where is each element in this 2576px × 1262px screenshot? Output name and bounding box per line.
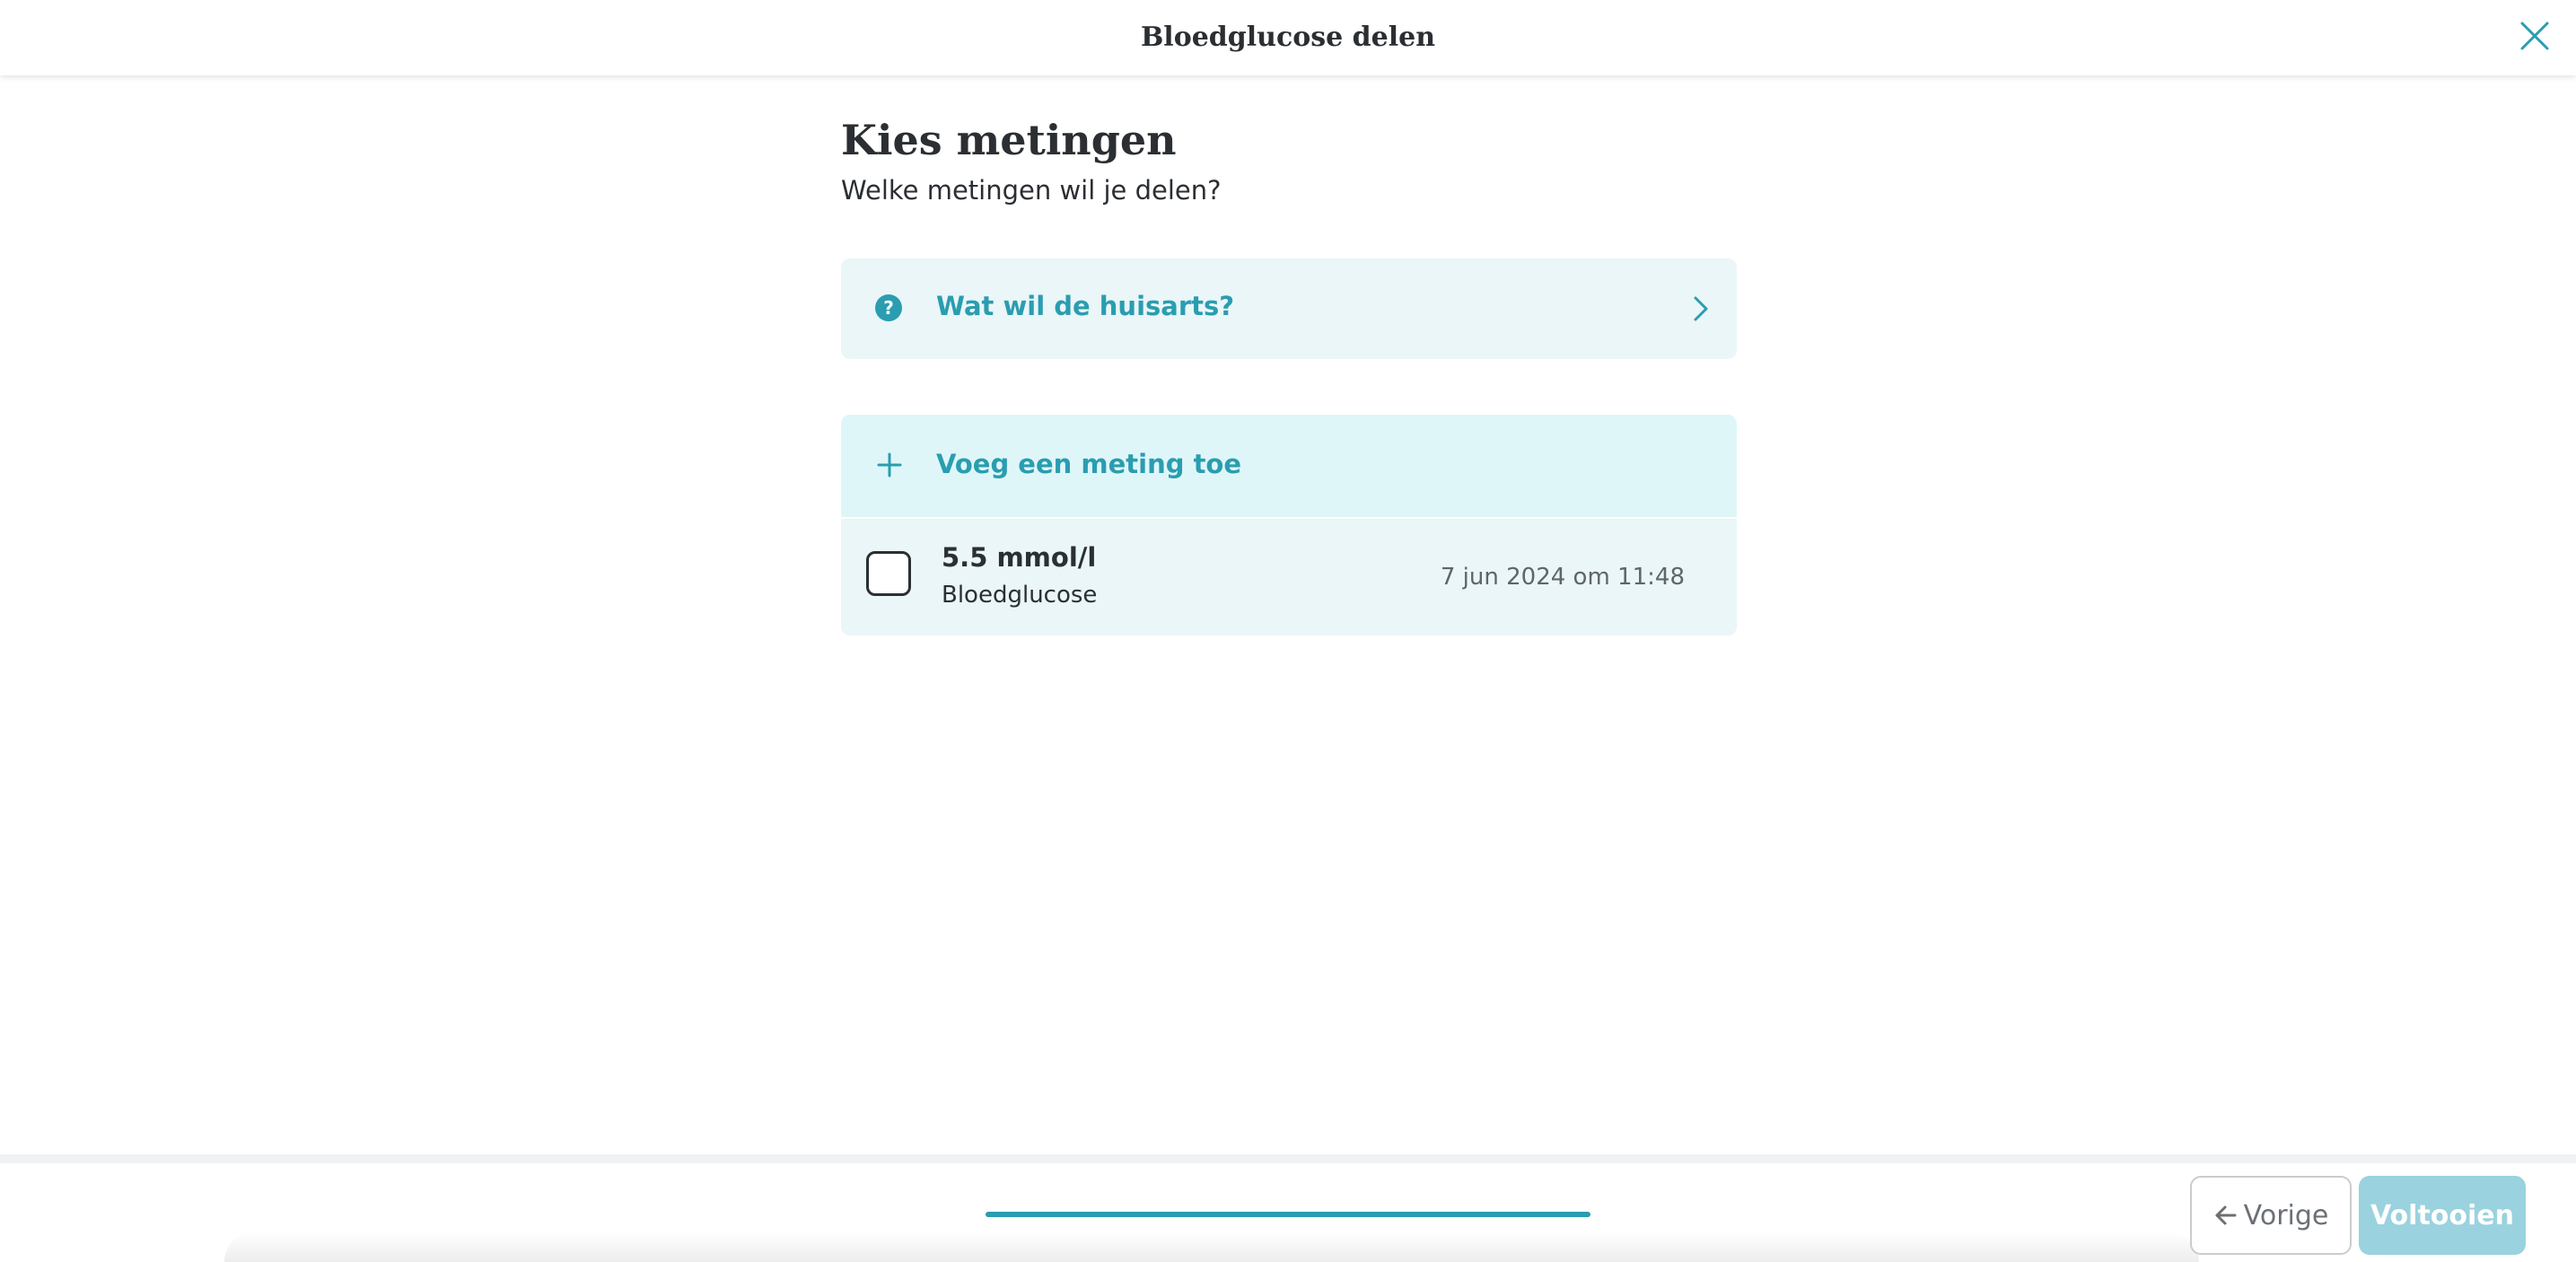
modal-title: Bloedglucose delen — [1140, 22, 1436, 53]
add-measurement-button[interactable]: Voeg een meting toe — [841, 415, 1737, 517]
footer-shadow — [224, 1231, 2199, 1262]
progress-fill — [986, 1212, 1590, 1217]
footer-divider — [0, 1154, 2576, 1163]
page-subtitle: Welke metingen wil je delen? — [841, 175, 1222, 206]
finish-button-label: Voltooien — [2370, 1199, 2515, 1231]
add-measurement-label: Voeg een meting toe — [936, 449, 1242, 479]
question-circle-icon: ? — [875, 294, 902, 321]
close-icon — [2520, 22, 2549, 50]
measurement-row[interactable]: 5.5 mmol/l Bloedglucose 7 jun 2024 om 11… — [841, 519, 1737, 635]
modal-header: Bloedglucose delen — [0, 0, 2576, 75]
measurement-date: 7 jun 2024 om 11:48 — [1440, 564, 1685, 591]
close-button[interactable] — [2513, 14, 2556, 57]
finish-button[interactable]: Voltooien — [2359, 1176, 2526, 1255]
progress-bar — [986, 1212, 1590, 1217]
main-content: Kies metingen Welke metingen wil je dele… — [841, 113, 1737, 635]
measurement-checkbox[interactable] — [866, 551, 911, 596]
chevron-right-icon — [1694, 296, 1708, 321]
measurement-type: Bloedglucose — [942, 582, 1098, 609]
measurement-value: 5.5 mmol/l — [942, 542, 1097, 573]
previous-button[interactable]: Vorige — [2190, 1176, 2352, 1255]
previous-button-label: Vorige — [2243, 1199, 2329, 1231]
page-title: Kies metingen — [841, 116, 1177, 164]
measurement-list: Voeg een meting toe 5.5 mmol/l Bloedgluc… — [841, 415, 1737, 635]
info-card-label: Wat wil de huisarts? — [936, 291, 1235, 321]
huisarts-info-card[interactable]: ? Wat wil de huisarts? — [841, 259, 1737, 359]
plus-icon — [877, 452, 902, 478]
arrow-left-icon — [2215, 1205, 2237, 1225]
